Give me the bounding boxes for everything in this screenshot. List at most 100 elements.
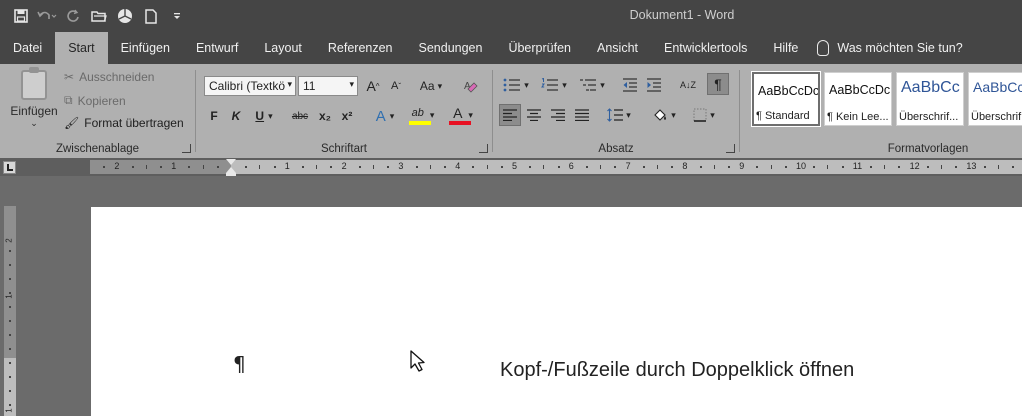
- ruler-tick: [103, 166, 106, 168]
- paste-button[interactable]: Einfügen ⌄: [8, 67, 60, 129]
- ruler-tick: [841, 166, 844, 168]
- ruler-tick: [160, 166, 162, 168]
- ruler-bar: 2 1 1 2 3 4 5 6 7 8 9 10 11 12 13: [0, 158, 1022, 176]
- vertical-ruler-number-0: 2: [4, 238, 14, 243]
- ruler-tick: [941, 165, 942, 169]
- ribbon: Einfügen ⌄ ✂ Ausschneiden ⧉ Kopieren 🖌 F…: [0, 64, 1022, 158]
- multilevel-list-button[interactable]: ▾: [575, 74, 609, 96]
- sort-button[interactable]: A↓Z: [677, 74, 699, 96]
- subscript-button[interactable]: x₂: [316, 105, 334, 127]
- bullets-button[interactable]: ▾: [499, 74, 533, 96]
- italic-button[interactable]: K: [228, 105, 244, 127]
- show-formatting-marks-button[interactable]: ¶: [707, 73, 729, 95]
- line-spacing-button[interactable]: ▾: [603, 104, 635, 126]
- align-center-button[interactable]: [523, 104, 545, 126]
- ruler-tick: [202, 165, 204, 169]
- tab-ueberpruefen[interactable]: Überprüfen: [495, 32, 584, 64]
- highlighter-icon: ab: [411, 107, 424, 119]
- tab-layout[interactable]: Layout: [251, 32, 315, 64]
- copy-label: Kopieren: [77, 93, 126, 108]
- shading-button[interactable]: ▾: [647, 104, 681, 126]
- underline-button[interactable]: U ▾: [250, 105, 278, 127]
- document-page[interactable]: ¶ Kopf-/Fußzeile durch Doppelklick öffne…: [91, 207, 1022, 416]
- paste-label: Einfügen: [10, 104, 58, 118]
- change-case-icon: Aa: [419, 79, 435, 93]
- style-no-spacing[interactable]: AaBbCcDc ¶ Kein Lee...: [824, 72, 892, 126]
- ruler-tick: [259, 165, 261, 169]
- vertical-ruler-tick: [9, 292, 11, 294]
- font-launcher-icon[interactable]: [479, 144, 488, 153]
- tab-einfuegen[interactable]: Einfügen: [108, 32, 183, 64]
- shrink-font-button[interactable]: Aˇ: [385, 75, 407, 97]
- tab-referenzen[interactable]: Referenzen: [315, 32, 406, 64]
- tab-selector-icon[interactable]: [3, 161, 16, 174]
- scissors-icon: ✂: [64, 70, 75, 84]
- justify-icon: [575, 109, 589, 121]
- ruler-tick: [614, 166, 617, 168]
- justify-button[interactable]: [571, 104, 593, 126]
- borders-button[interactable]: ▾: [687, 104, 721, 126]
- ruler-tick: [302, 166, 304, 168]
- vertical-ruler-tick: [9, 334, 11, 336]
- ruler-tick: [330, 166, 333, 168]
- ruler-tick: [586, 166, 588, 168]
- ruler-tick: [870, 166, 872, 168]
- tab-entwicklertools[interactable]: Entwicklertools: [651, 32, 760, 64]
- font-name-combo[interactable]: Calibri (Textkö ▾: [204, 76, 296, 96]
- ruler-tick: [131, 166, 134, 168]
- style-standard[interactable]: AaBbCcDc ¶ Standard: [751, 71, 821, 127]
- paragraph-launcher-icon[interactable]: [726, 144, 735, 153]
- bold-button[interactable]: F: [206, 105, 222, 127]
- format-painter-button[interactable]: 🖌 Format übertragen: [64, 116, 184, 130]
- ruler-right-number-1: 2: [341, 161, 347, 171]
- vertical-ruler-tick: [9, 278, 11, 280]
- ruler-right-number-11: 12: [909, 161, 920, 171]
- tab-sendungen[interactable]: Sendungen: [406, 32, 496, 64]
- vertical-ruler-tick: [9, 404, 11, 406]
- ruler-tick: [983, 166, 986, 168]
- clear-formatting-button[interactable]: A: [460, 75, 482, 97]
- superscript-button[interactable]: x²: [338, 105, 356, 127]
- font-size-combo[interactable]: 11 ▾: [298, 76, 358, 96]
- vertical-ruler-number-2: 1: [4, 408, 14, 413]
- tab-entwurf[interactable]: Entwurf: [183, 32, 251, 64]
- style-heading-2[interactable]: AaBbCc Überschrif...: [968, 72, 1022, 126]
- tell-me-search[interactable]: Was möchten Sie tun?: [817, 40, 963, 56]
- copy-button[interactable]: ⧉ Kopieren: [64, 93, 126, 108]
- mouse-cursor-icon: [410, 350, 425, 372]
- ruler-tick: [557, 166, 560, 168]
- borders-icon: [693, 108, 707, 122]
- vertical-ruler[interactable]: 2 1 1: [4, 206, 16, 416]
- strikethrough-button[interactable]: abc: [288, 105, 312, 127]
- tab-ansicht[interactable]: Ansicht: [584, 32, 651, 64]
- ruler-tick: [316, 165, 318, 169]
- align-left-button[interactable]: [499, 104, 521, 126]
- ruler-tick: [444, 166, 446, 168]
- grow-font-icon: A: [366, 78, 376, 94]
- align-right-button[interactable]: [547, 104, 569, 126]
- font-color-button[interactable]: A ▾: [446, 104, 480, 126]
- numbering-button[interactable]: ▾: [537, 74, 571, 96]
- text-effects-icon: A: [375, 107, 386, 125]
- grow-font-button[interactable]: A ^: [362, 75, 384, 97]
- font-group-label: Schriftart: [320, 143, 367, 155]
- decrease-indent-button[interactable]: [619, 74, 641, 96]
- tab-datei[interactable]: Datei: [0, 32, 55, 64]
- clipboard-group: Einfügen ⌄ ✂ Ausschneiden ⧉ Kopieren 🖌 F…: [0, 64, 195, 158]
- clipboard-group-label: Zwischenablage: [55, 143, 140, 155]
- group-divider: [739, 70, 740, 152]
- text-effects-button[interactable]: A ▾: [370, 105, 400, 127]
- numbered-list-icon: [541, 78, 559, 91]
- align-left-icon: [503, 109, 517, 121]
- clipboard-launcher-icon[interactable]: [182, 144, 191, 153]
- style-sample: AaBbCcDc: [758, 84, 820, 98]
- tab-hilfe[interactable]: Hilfe: [760, 32, 811, 64]
- style-heading-1[interactable]: AaBbCc Überschrif...: [896, 72, 964, 126]
- tab-start[interactable]: Start: [55, 32, 108, 64]
- increase-indent-button[interactable]: [643, 74, 665, 96]
- ruler-right-number-8: 9: [739, 161, 745, 171]
- highlight-button[interactable]: ab ▾: [406, 104, 440, 126]
- change-case-button[interactable]: Aa ▾: [414, 75, 448, 97]
- cut-button[interactable]: ✂ Ausschneiden: [64, 70, 154, 84]
- line-spacing-icon: [607, 108, 624, 122]
